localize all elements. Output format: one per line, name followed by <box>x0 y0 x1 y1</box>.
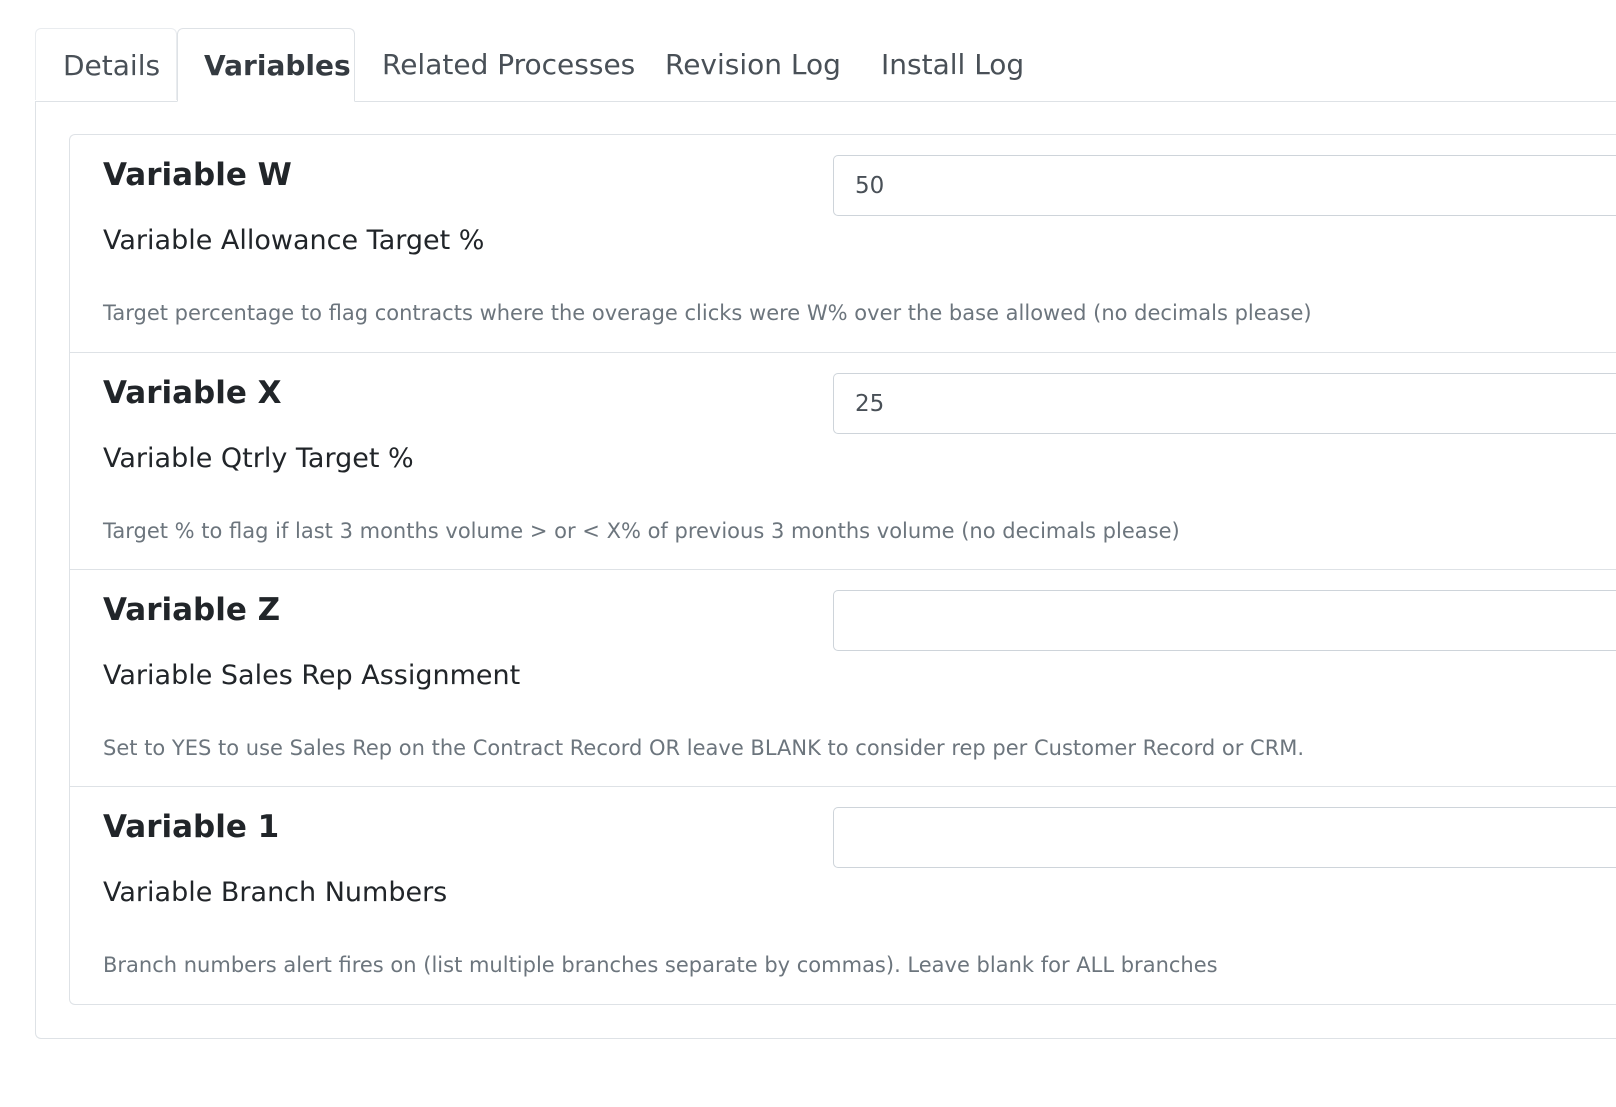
variable-row-x: Variable X Variable Qtrly Target % Targe… <box>70 352 1616 569</box>
variable-row-z: Variable Z Variable Sales Rep Assignment… <box>70 569 1616 786</box>
variable-description: Target % to flag if last 3 months volume… <box>103 519 1180 543</box>
variable-x-input[interactable] <box>833 373 1616 434</box>
variable-description: Target percentage to flag contracts wher… <box>103 301 1312 325</box>
variable-name: Variable W <box>103 157 292 193</box>
variable-1-input[interactable] <box>833 807 1616 868</box>
variable-label: Variable Sales Rep Assignment <box>103 660 521 691</box>
tab-install-log[interactable]: Install Log <box>881 28 1024 100</box>
variable-row-1: Variable 1 Variable Branch Numbers Branc… <box>70 786 1616 1004</box>
tab-revision-log[interactable]: Revision Log <box>665 28 841 100</box>
variable-label: Variable Allowance Target % <box>103 225 485 256</box>
variable-description: Set to YES to use Sales Rep on the Contr… <box>103 736 1305 760</box>
variable-label: Variable Qtrly Target % <box>103 443 414 474</box>
variable-w-input[interactable] <box>833 155 1616 216</box>
variable-name: Variable Z <box>103 592 281 628</box>
variable-label: Variable Branch Numbers <box>103 877 448 908</box>
tab-related-processes[interactable]: Related Processes <box>382 28 635 100</box>
variable-row-w: Variable W Variable Allowance Target % T… <box>70 135 1616 352</box>
variable-name: Variable X <box>103 375 282 411</box>
tab-variables[interactable]: Variables <box>177 28 355 102</box>
tab-details[interactable]: Details <box>35 28 177 100</box>
variable-description: Branch numbers alert fires on (list mult… <box>103 953 1218 977</box>
variable-z-input[interactable] <box>833 590 1616 651</box>
tab-bar: Details Variables Related Processes Revi… <box>35 28 1616 102</box>
variable-list: Variable W Variable Allowance Target % T… <box>69 134 1616 1005</box>
variables-tab-pane: Variable W Variable Allowance Target % T… <box>35 101 1616 1039</box>
variable-name: Variable 1 <box>103 809 280 845</box>
